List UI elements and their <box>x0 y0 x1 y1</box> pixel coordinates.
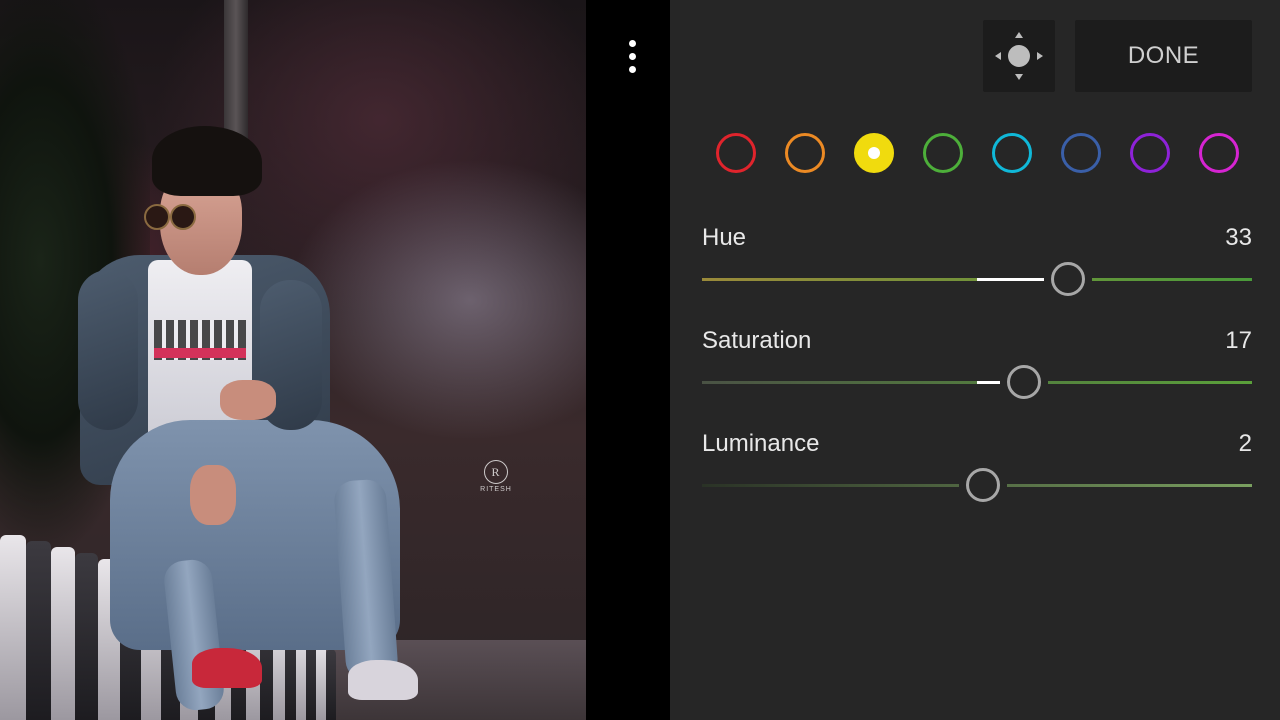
saturation-slider[interactable] <box>702 365 1252 399</box>
saturation-value: 17 <box>1225 327 1252 354</box>
hue-value: 33 <box>1225 224 1252 251</box>
swatch-aqua[interactable] <box>992 133 1032 173</box>
more-dot <box>629 66 636 73</box>
luminance-slider-thumb[interactable] <box>965 468 1000 502</box>
barrier-segment <box>26 541 51 720</box>
barrier-segment <box>0 535 26 720</box>
swatch-red[interactable] <box>716 133 756 173</box>
color-mix-panel: DONE Hue 33 Saturation 17 Luminance 2 <box>670 0 1280 720</box>
swatch-purple[interactable] <box>1130 133 1170 173</box>
photo-preview: R RITESH <box>0 0 586 720</box>
watermark-logo: R RITESH <box>478 460 514 493</box>
swatch-blue[interactable] <box>1061 133 1101 173</box>
luminance-slider[interactable] <box>702 468 1252 502</box>
swatch-yellow[interactable] <box>854 133 894 173</box>
move-target-icon <box>995 32 1043 80</box>
swatch-orange[interactable] <box>785 133 825 173</box>
more-vertical-icon <box>629 40 636 47</box>
more-dot <box>629 53 636 60</box>
person-subject <box>70 120 418 720</box>
color-swatch-row <box>670 130 1280 176</box>
watermark-letter: R <box>484 460 508 484</box>
more-options-button[interactable] <box>618 36 648 80</box>
saturation-label: Saturation <box>702 327 812 354</box>
done-button[interactable]: DONE <box>1075 20 1252 92</box>
hue-label: Hue <box>702 224 747 251</box>
hue-slider[interactable] <box>702 262 1252 296</box>
swatch-magenta[interactable] <box>1199 133 1239 173</box>
saturation-slider-thumb[interactable] <box>1006 365 1041 399</box>
swatch-green[interactable] <box>923 133 963 173</box>
watermark-text: RITESH <box>480 486 512 493</box>
luminance-label: Luminance <box>702 430 820 457</box>
luminance-value: 2 <box>1238 430 1252 457</box>
targeted-adjustment-button[interactable] <box>983 20 1055 92</box>
hue-slider-thumb[interactable] <box>1050 262 1085 296</box>
